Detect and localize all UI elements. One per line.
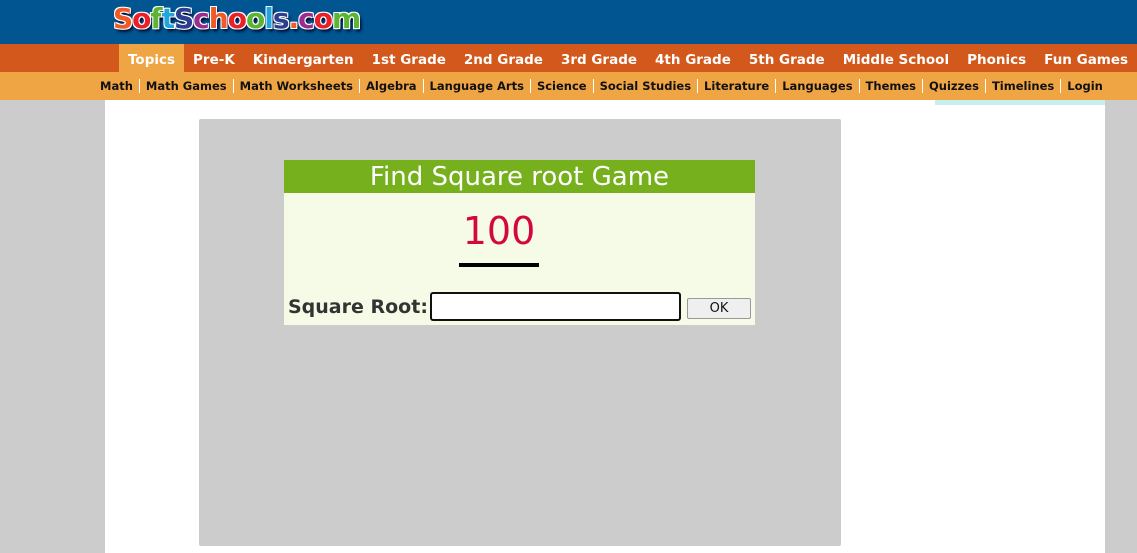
logo-letter: s: [272, 2, 290, 35]
subnav-timelines[interactable]: Timelines: [984, 79, 1060, 93]
nav-fun-games[interactable]: Fun Games: [1035, 44, 1137, 72]
subnav-themes[interactable]: Themes: [858, 79, 922, 93]
logo-letter: l: [264, 2, 274, 35]
logo-letter: f: [150, 2, 162, 35]
subnav-social-studies[interactable]: Social Studies: [592, 79, 697, 93]
subnav-math[interactable]: Math: [94, 79, 139, 93]
logo-letter: S: [113, 2, 133, 35]
subnav-quizzes[interactable]: Quizzes: [922, 79, 985, 93]
question-number: 100: [462, 209, 536, 253]
logo-letter: t: [161, 2, 175, 35]
nav-5th-grade[interactable]: 5th Grade: [740, 44, 834, 72]
nav-2nd-grade[interactable]: 2nd Grade: [455, 44, 552, 72]
square-root-input[interactable]: [430, 292, 681, 321]
logo-letter: h: [208, 2, 229, 35]
subnav-login[interactable]: Login: [1060, 79, 1109, 93]
logo-letter: o: [245, 2, 265, 35]
nav-1st-grade[interactable]: 1st Grade: [363, 44, 455, 72]
game-title: Find Square root Game: [284, 160, 755, 193]
logo-letter: o: [313, 2, 333, 35]
nav-3rd-grade[interactable]: 3rd Grade: [552, 44, 646, 72]
logo-letter: o: [132, 2, 151, 35]
softschools-logo[interactable]: SoftSchools.com: [113, 2, 361, 35]
subnav-science[interactable]: Science: [529, 79, 593, 93]
logo-letter: c: [193, 2, 210, 35]
ok-button[interactable]: OK: [687, 298, 751, 319]
number-underline: [459, 263, 539, 267]
nav-pre-k[interactable]: Pre-K: [184, 44, 244, 72]
subnav-language-arts[interactable]: Language Arts: [422, 79, 530, 93]
logo-letter: c: [298, 2, 315, 35]
nav-4th-grade[interactable]: 4th Grade: [646, 44, 740, 72]
secondary-nav: Math Math Games Math Worksheets Algebra Lang…: [0, 72, 1137, 100]
logo-letter: .: [288, 2, 300, 35]
game-panel: Find Square root Game 100 Square Root: O…: [284, 160, 755, 325]
answer-label: Square Root:: [288, 296, 428, 318]
decorative-bar: [935, 100, 1105, 105]
primary-nav: Topics Pre-K Kindergarten 1st Grade 2nd Grad…: [0, 44, 1137, 72]
nav-middle-school[interactable]: Middle School: [834, 44, 958, 72]
nav-phonics[interactable]: Phonics: [958, 44, 1035, 72]
site-header: SoftSchools.com: [0, 0, 1137, 44]
logo-letter: S: [174, 2, 194, 35]
nav-topics[interactable]: Topics: [119, 44, 185, 72]
subnav-math-worksheets[interactable]: Math Worksheets: [232, 79, 359, 93]
subnav-algebra[interactable]: Algebra: [359, 79, 423, 93]
subnav-languages[interactable]: Languages: [775, 79, 858, 93]
nav-kindergarten[interactable]: Kindergarten: [244, 44, 363, 72]
logo-letter: m: [332, 2, 361, 35]
subnav-literature[interactable]: Literature: [697, 79, 775, 93]
game-area: Find Square root Game 100 Square Root: O…: [199, 119, 841, 546]
logo-letter: o: [227, 2, 247, 35]
subnav-math-games[interactable]: Math Games: [138, 79, 233, 93]
